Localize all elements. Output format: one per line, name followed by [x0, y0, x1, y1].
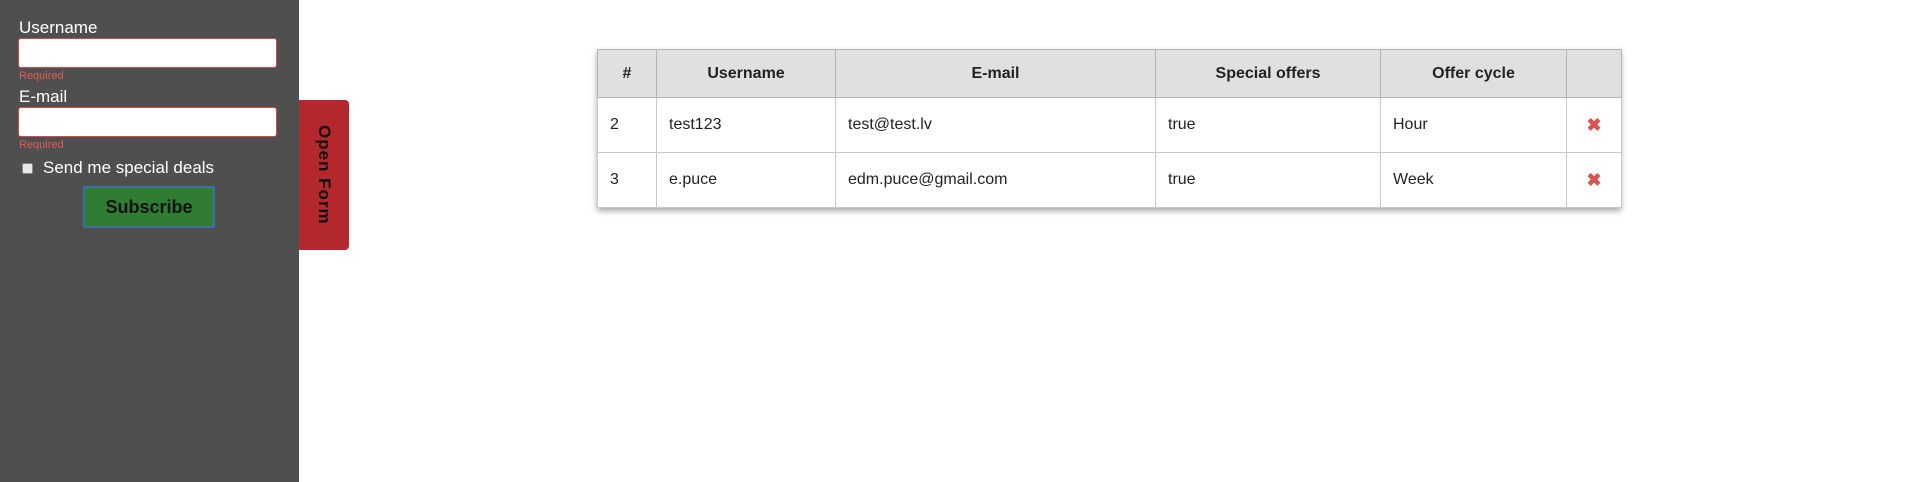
cell-special-offers: true	[1155, 152, 1381, 208]
cell-username: test123	[656, 97, 836, 153]
username-error: Required	[19, 70, 64, 82]
cell-offer-cycle: Week	[1380, 152, 1567, 208]
username-input[interactable]	[18, 38, 277, 68]
username-label: Username	[19, 18, 98, 37]
email-label: E-mail	[19, 87, 68, 106]
col-header-email: E-mail	[835, 49, 1156, 98]
col-header-username: Username	[656, 49, 836, 98]
cell-email: test@test.lv	[835, 97, 1156, 153]
cell-id: 2	[597, 97, 657, 153]
subscribe-form-panel: Username Required E-mail Required Send m…	[0, 0, 299, 482]
open-form-label: Open Form	[315, 125, 334, 225]
table-header-row: # Username E-mail Special offers Offer c…	[597, 49, 1622, 98]
special-deals-row[interactable]: Send me special deals	[22, 158, 214, 178]
cell-delete: ✖	[1566, 152, 1622, 208]
email-error: Required	[19, 139, 64, 151]
col-header-special-offers: Special offers	[1155, 49, 1381, 98]
cell-email: edm.puce@gmail.com	[835, 152, 1156, 208]
cell-offer-cycle: Hour	[1380, 97, 1567, 153]
subscribe-button[interactable]: Subscribe	[83, 186, 215, 228]
delete-icon[interactable]: ✖	[1586, 115, 1601, 135]
col-header-offer-cycle: Offer cycle	[1380, 49, 1567, 98]
col-header-actions	[1566, 49, 1622, 98]
special-deals-label: Send me special deals	[43, 158, 215, 177]
cell-username: e.puce	[656, 152, 836, 208]
cell-delete: ✖	[1566, 97, 1622, 153]
cell-special-offers: true	[1155, 97, 1381, 153]
subscribers-table: # Username E-mail Special offers Offer c…	[597, 49, 1622, 208]
delete-icon[interactable]: ✖	[1586, 170, 1601, 190]
email-input[interactable]	[18, 107, 277, 137]
special-deals-checkbox[interactable]	[22, 162, 33, 174]
table-row: 3 e.puce edm.puce@gmail.com true Week ✖	[597, 152, 1622, 208]
open-form-tab[interactable]: Open Form	[299, 100, 349, 250]
cell-id: 3	[597, 152, 657, 208]
table-row: 2 test123 test@test.lv true Hour ✖	[597, 97, 1622, 153]
col-header-id: #	[597, 49, 657, 98]
